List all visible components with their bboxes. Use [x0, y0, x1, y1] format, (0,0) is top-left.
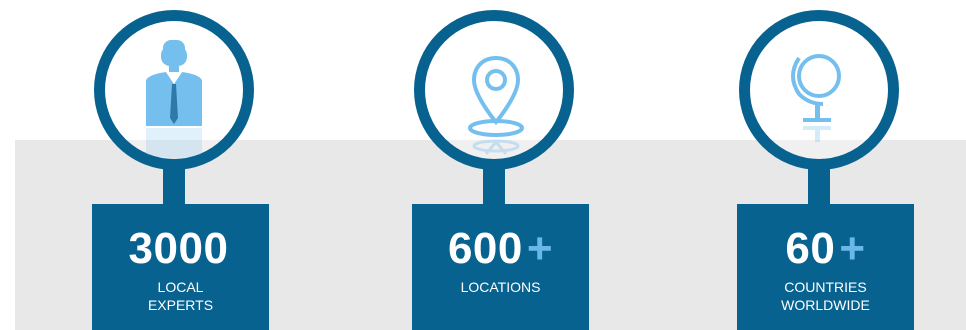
stem: [483, 168, 505, 204]
stat-locations: 600+ LOCATIONS: [412, 0, 592, 330]
location-pin-icon: [468, 55, 524, 155]
stat-label: COUNTRIES WORLDWIDE: [781, 279, 870, 313]
stat-label: LOCATIONS: [460, 279, 541, 295]
stat-card: 60+ COUNTRIES WORLDWIDE: [737, 204, 914, 330]
globe-icon: [791, 54, 841, 142]
stat-card: 600+ LOCATIONS: [412, 204, 589, 330]
businessman-icon: [146, 40, 202, 158]
stat-number: 60+: [785, 224, 866, 273]
stat-number: 600+: [447, 224, 554, 273]
stat-number: 3000: [128, 224, 229, 273]
stat-label: LOCAL EXPERTS: [147, 279, 214, 313]
stat-local-experts: 3000 LOCAL EXPERTS: [92, 0, 272, 330]
stat-card: 3000 LOCAL EXPERTS: [92, 204, 269, 330]
stem: [808, 168, 830, 204]
stat-countries: 60+ COUNTRIES WORLDWIDE: [737, 0, 917, 330]
stem: [163, 168, 185, 204]
